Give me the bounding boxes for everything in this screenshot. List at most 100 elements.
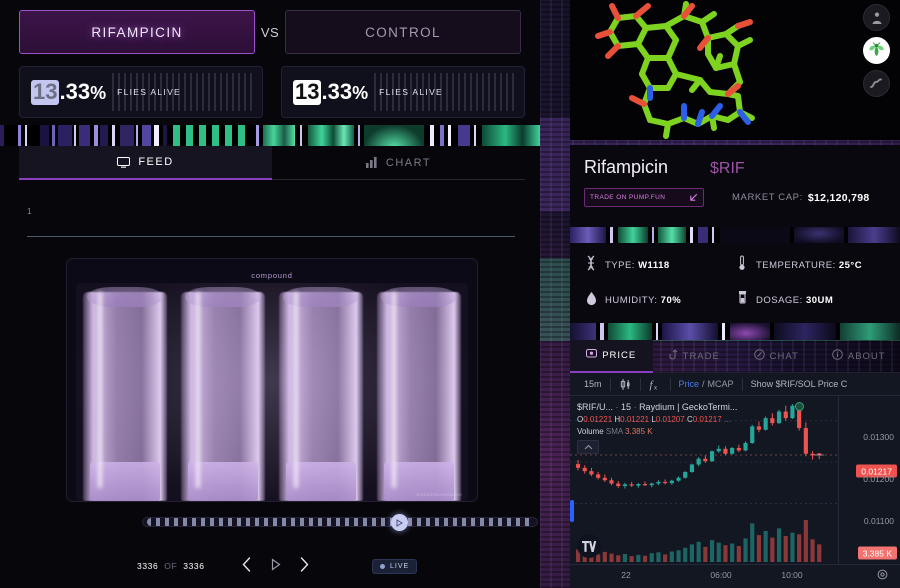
organism-button-worm[interactable] bbox=[863, 70, 890, 97]
ohlc-high: 0.01221 bbox=[620, 415, 650, 425]
chart-collapse-button[interactable] bbox=[577, 440, 599, 454]
tradingview-logo-icon[interactable] bbox=[577, 534, 601, 558]
chart-legend: $RIF/U... · 15 · Raydium | GeckoTermi...… bbox=[577, 401, 737, 437]
experiment-panel: RIFAMPICIN VS CONTROL 13 .33 % FLIES ALI… bbox=[0, 0, 540, 588]
swap-icon bbox=[668, 349, 678, 363]
tab-about-label: ABOUT bbox=[847, 350, 886, 362]
treatment-tab[interactable]: RIFAMPICIN bbox=[19, 10, 255, 54]
token-tabs: PRICE TRADE CHAT ABOUT bbox=[570, 340, 900, 373]
token-name: Rifampicin bbox=[584, 157, 669, 177]
tradingview-chart-widget[interactable]: 15m f x Price / MCAP Show $RIF/SOL Price… bbox=[570, 373, 900, 588]
stat-decimal: .33 bbox=[59, 78, 91, 104]
timeline-scrubber[interactable] bbox=[142, 514, 538, 531]
tab-trade-label: TRADE bbox=[682, 350, 720, 362]
param-dosage-label: DOSAGE: bbox=[756, 295, 803, 306]
tab-about[interactable]: ABOUT bbox=[817, 340, 900, 373]
market-cap-label: MARKET CAP: bbox=[732, 192, 803, 203]
token-title-row: Rifampicin $RIF bbox=[584, 157, 886, 178]
control-tab[interactable]: CONTROL bbox=[285, 10, 521, 54]
play-button[interactable] bbox=[267, 555, 284, 577]
indicators-button[interactable]: f x bbox=[641, 373, 670, 395]
price-tag-icon bbox=[586, 349, 598, 362]
dna-icon bbox=[584, 255, 598, 276]
svg-text:x: x bbox=[654, 385, 657, 391]
human-icon bbox=[872, 12, 881, 24]
of-label: OF bbox=[164, 561, 178, 571]
video-caption: compound bbox=[251, 271, 293, 280]
trade-on-pumpfun-button[interactable]: TRADE ON PUMP.FUN bbox=[584, 188, 704, 207]
volume-value: 3.385 K bbox=[625, 426, 653, 436]
live-label: LIVE bbox=[390, 562, 410, 570]
chart-interval: 15 bbox=[621, 402, 632, 412]
organism-button-human[interactable] bbox=[863, 4, 890, 31]
chart-body[interactable]: $RIF/U... · 15 · Raydium | GeckoTermi...… bbox=[570, 396, 900, 588]
tab-feed[interactable]: FEED bbox=[19, 146, 272, 180]
time-tick-1: 22 bbox=[621, 570, 631, 580]
feed-chart-tabs: FEED CHART bbox=[19, 146, 525, 180]
info-icon bbox=[832, 349, 843, 363]
time-tick-2: 06:00 bbox=[710, 570, 732, 580]
vial-icon bbox=[735, 290, 749, 311]
chevron-right-icon bbox=[300, 557, 309, 572]
molecule-viewer[interactable] bbox=[570, 0, 900, 140]
chevron-up-icon bbox=[584, 444, 592, 449]
molecule-3d-model bbox=[595, 1, 755, 139]
tab-chat[interactable]: CHAT bbox=[735, 340, 818, 373]
vs-label: VS bbox=[260, 24, 280, 40]
worm-icon bbox=[870, 78, 882, 88]
price-tick-3: 0.01100 bbox=[863, 516, 894, 526]
chart-legend-ohlc: O0.01221 H0.01221 L0.01207 C0.01217 ... bbox=[577, 415, 731, 425]
price-mcap-toggle[interactable]: Price / MCAP bbox=[671, 373, 742, 395]
toggle-slash: / bbox=[702, 379, 705, 389]
live-badge[interactable]: LIVE bbox=[372, 558, 418, 574]
ohlc-low: 0.01207 bbox=[655, 415, 685, 425]
scrubber-dots bbox=[147, 518, 533, 526]
next-frame-button[interactable] bbox=[296, 554, 313, 578]
volume-badge: 3.385 K bbox=[857, 546, 897, 560]
tab-chart[interactable]: CHART bbox=[272, 146, 525, 180]
video-feed-container[interactable]: compound SciCamSurveillance bbox=[66, 258, 478, 502]
playback-controls: 3336 OF 3336 LIVE bbox=[0, 552, 540, 580]
feed-divider bbox=[27, 236, 515, 237]
token-panel: Rifampicin $RIF TRADE ON PUMP.FUN MARKET… bbox=[570, 0, 900, 588]
video-watermark: SciCamSurveillance bbox=[416, 492, 462, 497]
volume-sma-label: SMA bbox=[605, 426, 623, 436]
param-temperature-value: 25°C bbox=[838, 260, 863, 271]
stat-digit-highlight: 13 bbox=[31, 78, 60, 105]
param-type-value: W1118 bbox=[638, 260, 670, 271]
interval-button[interactable]: 15m bbox=[576, 373, 610, 395]
chart-legend-symbol-line: $RIF/U... · 15 · Raydium | GeckoTermi... bbox=[577, 402, 738, 412]
prev-frame-button[interactable] bbox=[238, 554, 255, 578]
frame-counter: 3336 OF 3336 bbox=[137, 561, 205, 571]
tab-trade[interactable]: TRADE bbox=[652, 340, 735, 373]
price-toggle-label: Price bbox=[678, 379, 700, 389]
param-humidity-value: 70% bbox=[660, 295, 682, 306]
organism-button-fly[interactable] bbox=[863, 37, 890, 64]
tab-price[interactable]: PRICE bbox=[570, 340, 653, 373]
candlestick-type-button[interactable] bbox=[611, 373, 640, 395]
app-root: RIFAMPICIN VS CONTROL 13 .33 % FLIES ALI… bbox=[0, 0, 900, 588]
show-sol-price-button[interactable]: Show $RIF/SOL Price C bbox=[743, 373, 856, 395]
param-temperature-label: TEMPERATURE: bbox=[756, 260, 836, 271]
param-dosage-value: 30UM bbox=[805, 295, 834, 306]
chart-time-axis[interactable]: 22 06:00 10:00 bbox=[570, 564, 900, 588]
chart-price-axis[interactable]: 0.01300 0.01217 0.01200 0.01100 3.385 K bbox=[838, 396, 900, 564]
market-cap-value: $12,120,798 bbox=[807, 191, 870, 204]
gear-icon bbox=[877, 569, 888, 580]
chart-toolbar: 15m f x Price / MCAP Show $RIF/SOL Price… bbox=[570, 373, 900, 396]
ohlc-ellipsis: ... bbox=[723, 415, 731, 425]
feed-counter: 1 bbox=[27, 207, 32, 216]
chart-settings-button[interactable] bbox=[877, 567, 888, 585]
play-icon bbox=[271, 558, 281, 571]
stat-card-control: 13 .33 % FLIES ALIVE bbox=[281, 66, 525, 118]
stat-value-control: 13 .33 % bbox=[293, 79, 368, 105]
chart-left-marker bbox=[570, 500, 574, 522]
scrubber-handle[interactable] bbox=[390, 514, 408, 531]
stat-label-treatment: FLIES ALIVE bbox=[117, 87, 182, 97]
token-header-card: Rifampicin $RIF TRADE ON PUMP.FUN MARKET… bbox=[570, 145, 900, 227]
external-link-arrow-icon bbox=[690, 193, 698, 201]
play-icon bbox=[396, 518, 404, 527]
price-tick-1: 0.01300 bbox=[863, 432, 894, 442]
token-ticker: $RIF bbox=[710, 160, 745, 177]
param-temperature: TEMPERATURE: 25°C bbox=[735, 252, 886, 279]
